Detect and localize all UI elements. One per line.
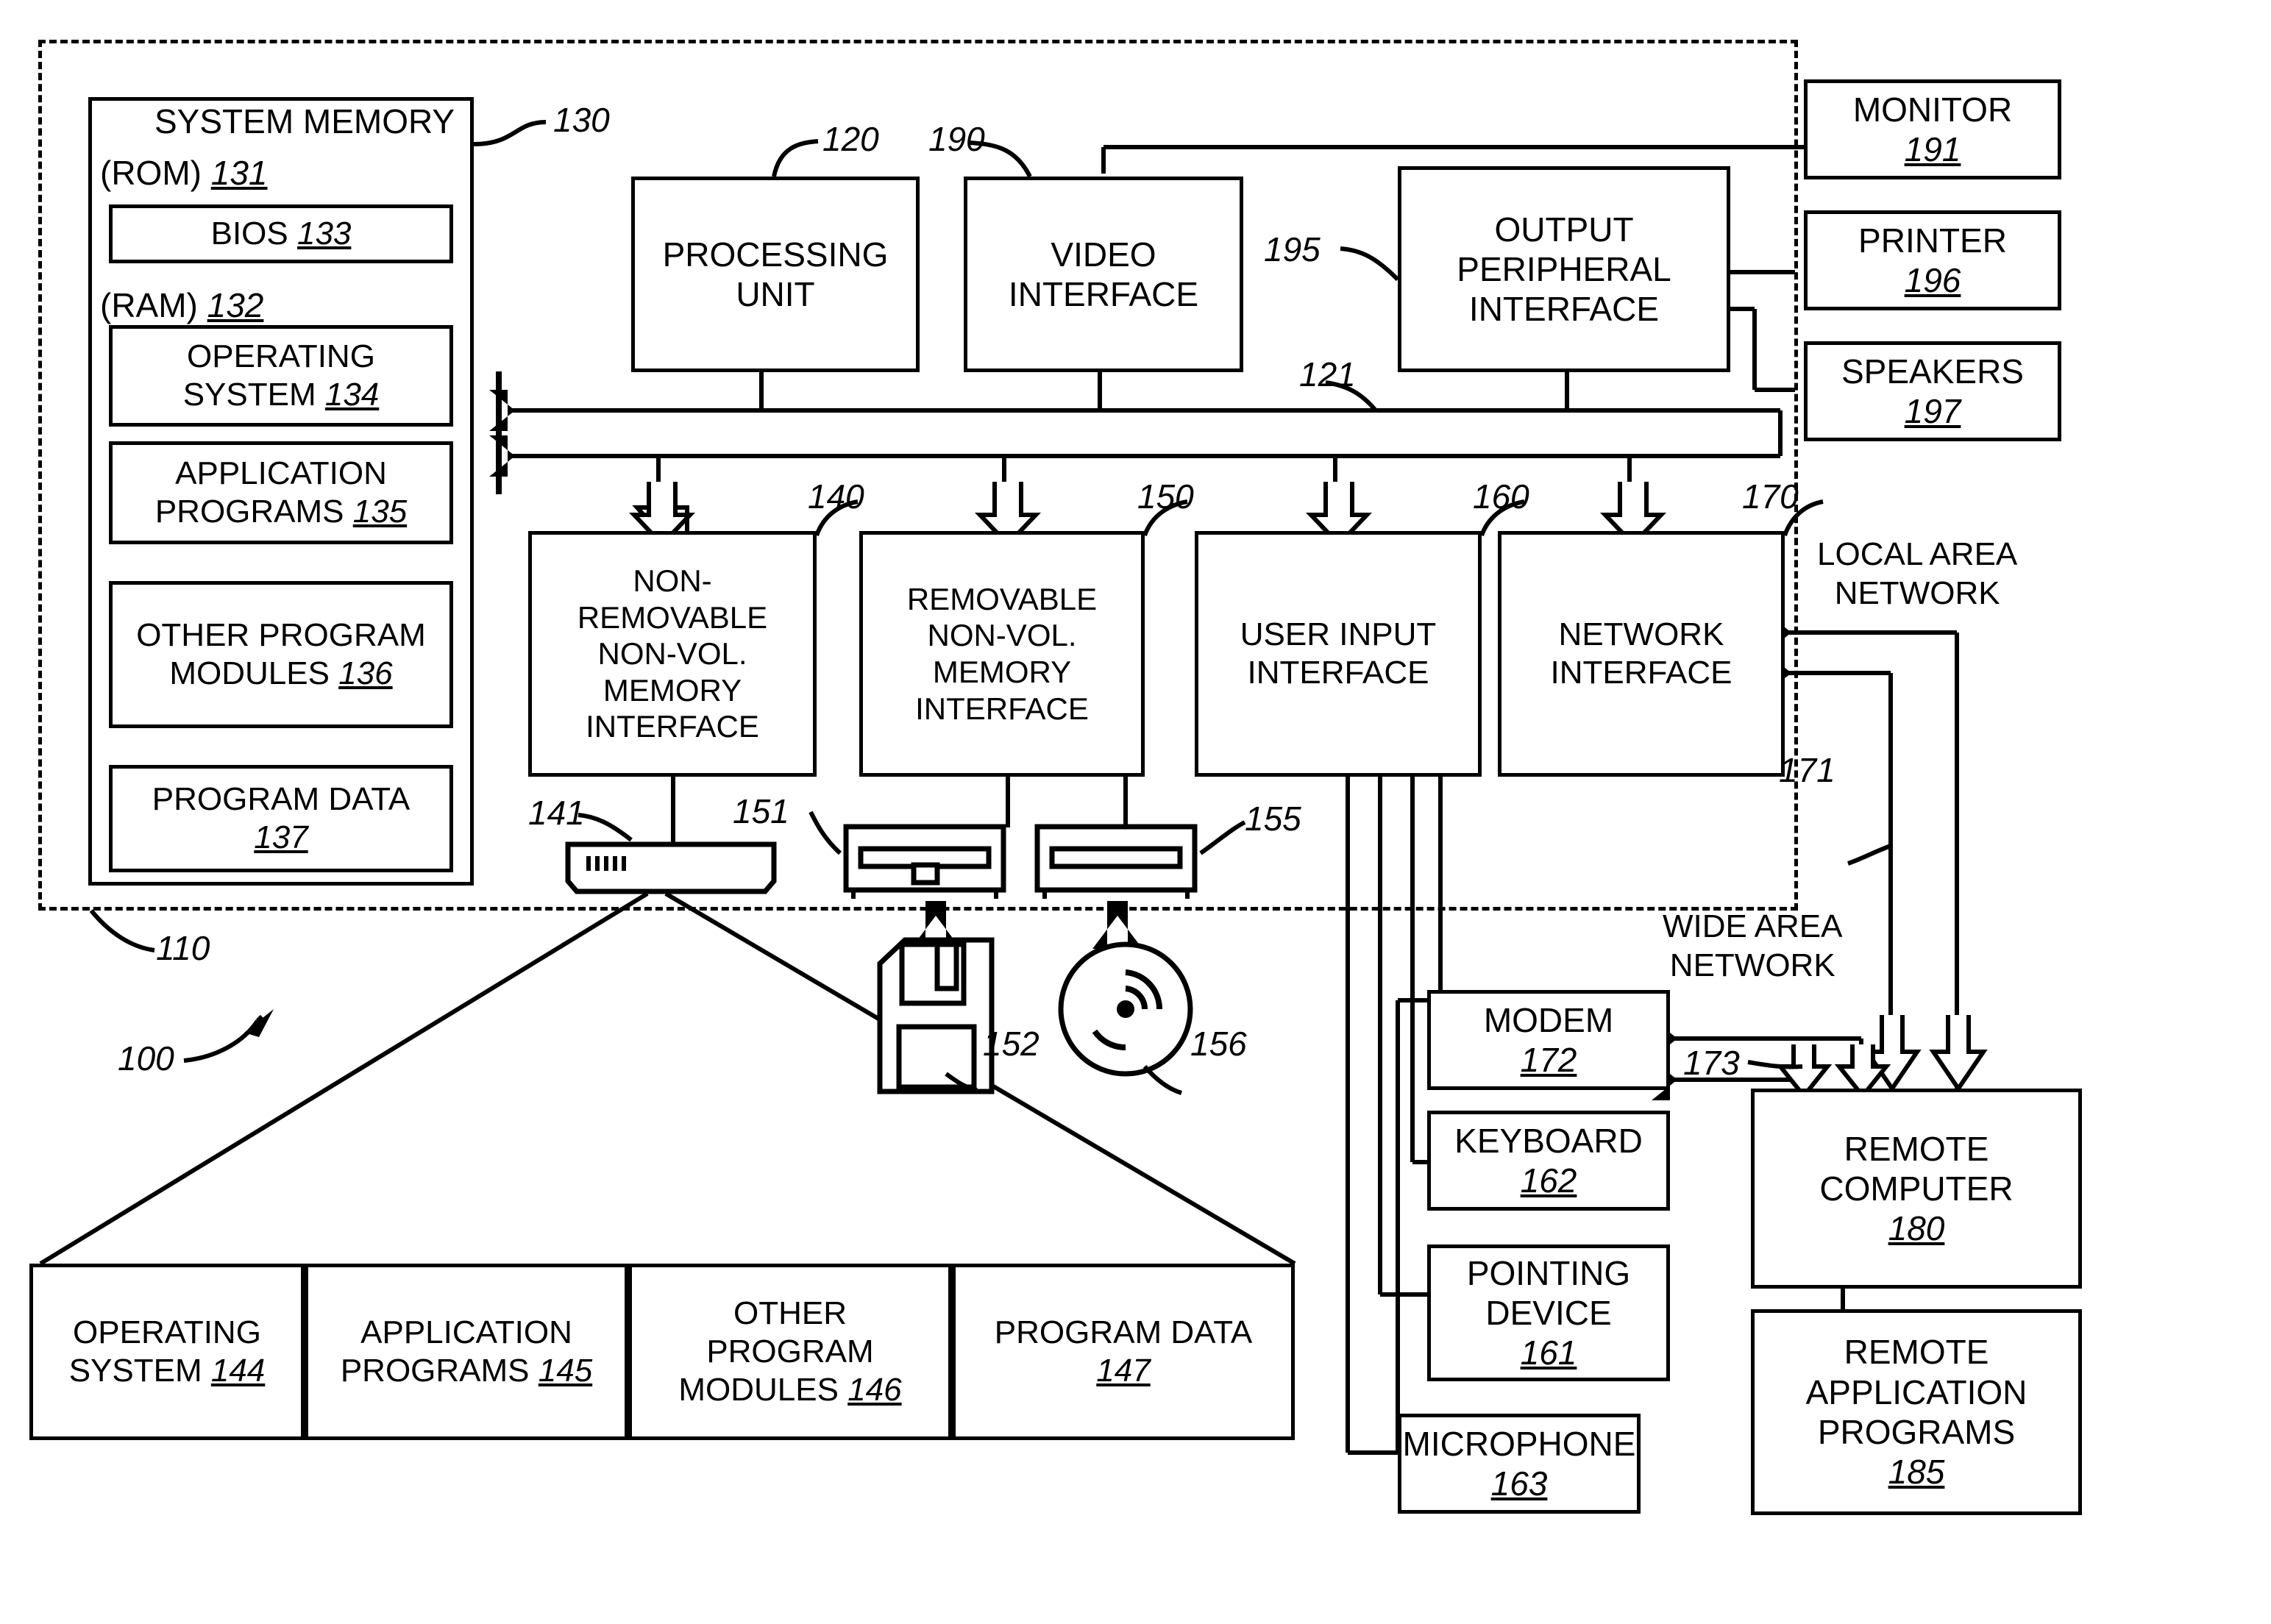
ref-190: 190 bbox=[928, 120, 985, 158]
ref-151: 151 bbox=[733, 792, 789, 830]
ref-100: 100 bbox=[118, 1039, 174, 1078]
figure-canvas: SYSTEM MEMORY (ROM) 131 (RAM) 132 BIOS 1… bbox=[0, 0, 2271, 1624]
leader-lines bbox=[89, 120, 1892, 1095]
ref-121: 121 bbox=[1299, 355, 1356, 393]
ref-120: 120 bbox=[822, 120, 879, 158]
ref-160: 160 bbox=[1473, 477, 1529, 516]
ref-130: 130 bbox=[553, 101, 610, 139]
ref-155: 155 bbox=[1245, 799, 1301, 838]
ref-173: 173 bbox=[1683, 1044, 1740, 1082]
ref-141: 141 bbox=[528, 794, 585, 832]
ref-170: 170 bbox=[1742, 477, 1799, 516]
ref-156: 156 bbox=[1190, 1025, 1247, 1063]
ref-150: 150 bbox=[1137, 477, 1194, 516]
ref-171: 171 bbox=[1779, 751, 1835, 789]
ref-152: 152 bbox=[983, 1025, 1039, 1063]
ref-195: 195 bbox=[1264, 230, 1321, 268]
ref-110: 110 bbox=[156, 929, 210, 967]
ref-140: 140 bbox=[808, 477, 864, 516]
